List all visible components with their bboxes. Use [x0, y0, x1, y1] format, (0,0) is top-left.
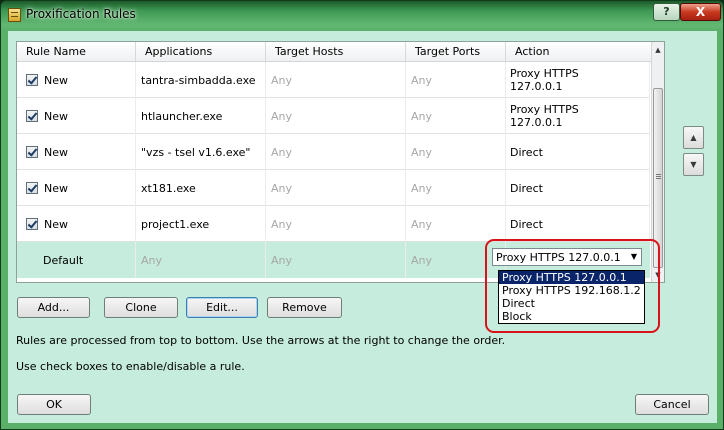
rule-name: New: [44, 181, 68, 195]
rule-application: tantra-simbadda.exe: [136, 62, 266, 98]
rule-target-ports: Any: [406, 62, 506, 98]
rule-application: "vzs - tsel v1.6.exe": [136, 134, 266, 170]
ok-button[interactable]: OK: [17, 394, 91, 415]
rule-target-ports: Any: [406, 206, 506, 242]
table-header: Rule Name Applications Target Hosts Targ…: [17, 42, 664, 62]
rule-action: Direct: [510, 145, 543, 159]
grip-icon: [656, 174, 661, 175]
column-header-applications[interactable]: Applications: [136, 42, 266, 61]
rule-target-ports: Any: [406, 134, 506, 170]
close-button[interactable]: X: [680, 3, 721, 21]
rule-target-hosts: Any: [266, 206, 406, 242]
proxification-rules-window: Proxification Rules ? X Rule Name Applic…: [0, 0, 724, 430]
rule-action: Direct: [510, 181, 543, 195]
move-up-button[interactable]: ▲: [683, 126, 704, 149]
rule-action: Proxy HTTPS 127.0.0.1: [510, 103, 579, 129]
rule-name: Default: [17, 242, 136, 278]
table-row[interactable]: New xt181.exe Any Any Direct: [17, 170, 650, 206]
column-header-action[interactable]: Action: [506, 42, 664, 61]
rule-name: New: [44, 73, 68, 87]
column-header-target-hosts[interactable]: Target Hosts: [266, 42, 406, 61]
column-header-rule-name[interactable]: Rule Name: [17, 42, 136, 61]
rule-target-hosts: Any: [266, 170, 406, 206]
rule-target-ports: Any: [406, 98, 506, 134]
rule-enabled-checkbox[interactable]: [26, 110, 38, 122]
column-header-target-ports[interactable]: Target Ports: [406, 42, 506, 61]
arrow-down-icon: ▼: [690, 160, 697, 169]
rule-enabled-checkbox[interactable]: [26, 74, 38, 86]
rule-application: htlauncher.exe: [136, 98, 266, 134]
rule-application: Any: [136, 242, 266, 278]
help-button[interactable]: ?: [653, 3, 680, 21]
rule-enabled-checkbox[interactable]: [26, 146, 38, 158]
rule-application: xt181.exe: [136, 170, 266, 206]
annotation-highlight: [485, 239, 660, 333]
rule-target-hosts: Any: [266, 134, 406, 170]
table-row[interactable]: New tantra-simbadda.exe Any Any Proxy HT…: [17, 62, 650, 98]
edit-button[interactable]: Edit...: [186, 297, 258, 318]
rule-enabled-checkbox[interactable]: [26, 218, 38, 230]
scroll-up-icon[interactable]: ▲: [652, 44, 664, 56]
arrow-up-icon: ▲: [690, 133, 697, 142]
clone-button[interactable]: Clone: [104, 297, 178, 318]
window-title: Proxification Rules: [26, 7, 136, 21]
app-icon: [8, 8, 21, 22]
help-text-order: Rules are processed from top to bottom. …: [16, 334, 506, 347]
rule-enabled-checkbox[interactable]: [26, 182, 38, 194]
help-text-checkboxes: Use check boxes to enable/disable a rule…: [16, 360, 245, 373]
add-button[interactable]: Add...: [17, 297, 90, 318]
title-bar[interactable]: Proxification Rules ? X: [1, 1, 723, 31]
table-row[interactable]: New project1.exe Any Any Direct: [17, 206, 650, 242]
move-down-button[interactable]: ▼: [683, 153, 704, 176]
rule-name: New: [44, 217, 68, 231]
rule-application: project1.exe: [136, 206, 266, 242]
remove-button[interactable]: Remove: [267, 297, 342, 318]
rule-name: New: [44, 145, 68, 159]
rule-name: New: [44, 109, 68, 123]
rule-target-hosts: Any: [266, 242, 406, 278]
dialog-body: Rule Name Applications Target Hosts Targ…: [8, 31, 717, 423]
table-row[interactable]: New "vzs - tsel v1.6.exe" Any Any Direct: [17, 134, 650, 170]
cancel-button[interactable]: Cancel: [635, 394, 709, 415]
rule-target-hosts: Any: [266, 62, 406, 98]
rule-target-ports: Any: [406, 170, 506, 206]
rule-target-hosts: Any: [266, 98, 406, 134]
rule-action: Proxy HTTPS 127.0.0.1: [510, 67, 579, 93]
table-row[interactable]: New htlauncher.exe Any Any Proxy HTTPS 1…: [17, 98, 650, 134]
rule-action: Direct: [510, 217, 543, 231]
